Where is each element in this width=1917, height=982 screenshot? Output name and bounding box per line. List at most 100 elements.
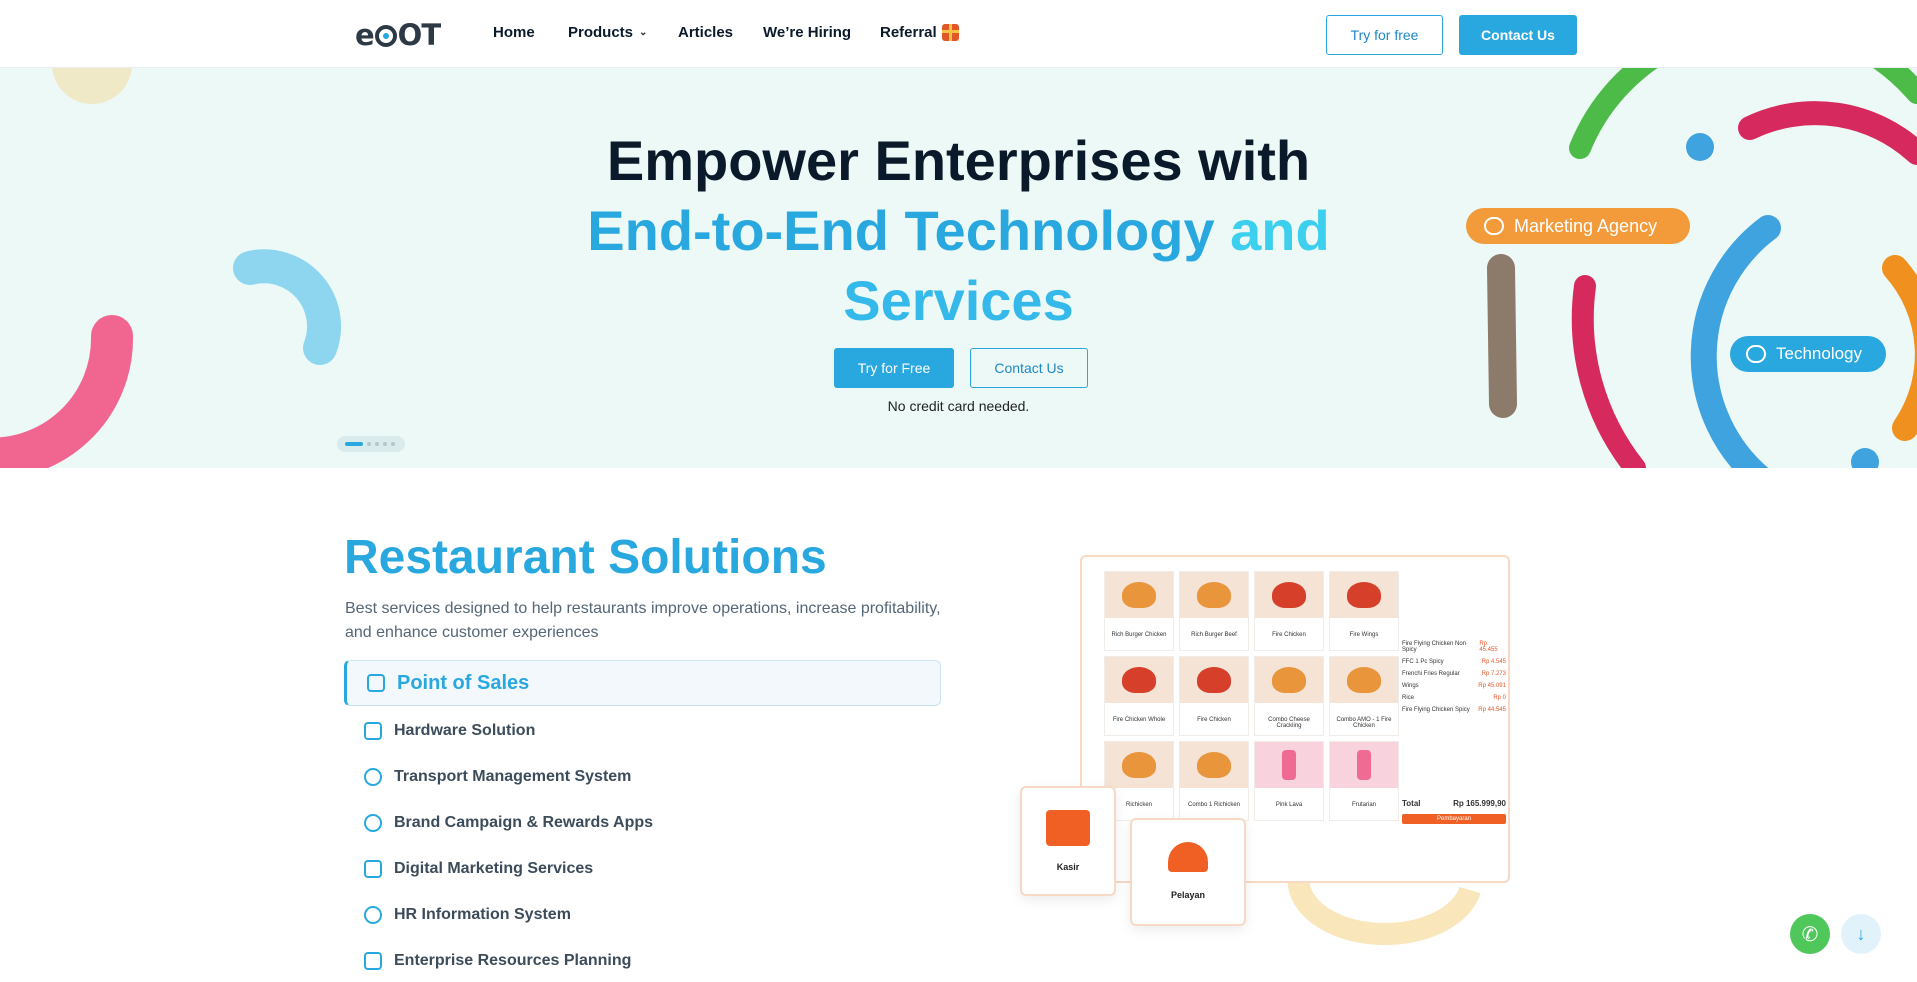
pos-product-tile: Combo 1 Richicken bbox=[1179, 741, 1249, 821]
order-item-price: Rp 45.455 bbox=[1479, 641, 1498, 653]
arrow-down-icon[interactable]: ↓ bbox=[1841, 914, 1881, 954]
nav-articles-link[interactable]: Articles bbox=[678, 24, 733, 41]
edot-logo[interactable]: e OT bbox=[355, 18, 441, 52]
checklist-icon bbox=[364, 952, 382, 970]
carousel-dot[interactable] bbox=[383, 442, 387, 446]
megaphone-icon bbox=[364, 860, 382, 878]
restaurant-solutions-title: Restaurant Solutions bbox=[344, 531, 827, 584]
pos-product-tile: Fire Chicken bbox=[1254, 571, 1324, 651]
menu-item-digital-marketing[interactable]: Digital Marketing Services bbox=[344, 846, 941, 892]
menu-item-transport-management[interactable]: Transport Management System bbox=[344, 754, 941, 800]
tools-icon bbox=[367, 674, 385, 692]
carousel-dot[interactable] bbox=[367, 442, 371, 446]
nav-hiring-link[interactable]: We’re Hiring bbox=[763, 24, 851, 41]
solutions-menu: Point of Sales Hardware Solution Transpo… bbox=[344, 660, 941, 982]
pos-product-tile: Fire Wings bbox=[1329, 571, 1399, 651]
pos-product-tile: Rich Burger Beef bbox=[1179, 571, 1249, 651]
marketing-agency-pill: Marketing Agency bbox=[1466, 208, 1690, 244]
hero-carousel: Empower Enterprises with End-to-End Tech… bbox=[0, 68, 1917, 468]
order-row: FFC 1 Pc Spicy Rp 4.545 bbox=[1402, 659, 1506, 665]
carousel-dot[interactable] bbox=[391, 442, 395, 446]
menu-item-label: Enterprise Resources Planning bbox=[394, 952, 632, 969]
order-item-price: Rp 45.091 bbox=[1478, 683, 1506, 689]
gift-icon bbox=[941, 24, 959, 41]
try-for-free-button[interactable]: Try for free bbox=[1326, 15, 1443, 55]
hero-title-line1: Empower Enterprises with bbox=[606, 129, 1311, 192]
pos-product-name: Rich Burger Beef bbox=[1191, 632, 1237, 638]
top-navbar: e OT Home Products ⌄ Articles We’re Hiring… bbox=[0, 0, 1917, 68]
order-item-price: Rp 44.545 bbox=[1478, 707, 1506, 713]
pos-product-tile: Frutarian bbox=[1329, 741, 1399, 821]
menu-item-label: Transport Management System bbox=[394, 768, 632, 785]
cloud-icon bbox=[1746, 345, 1766, 363]
menu-item-brand-campaign[interactable]: Brand Campaign & Rewards Apps bbox=[344, 800, 941, 846]
cashier-label: Kasir bbox=[1056, 862, 1080, 872]
no-credit-card-note: No credit card needed. bbox=[887, 398, 1030, 414]
hero-try-button[interactable]: Try for Free bbox=[834, 348, 954, 388]
pos-order-panel: Fire Flying Chicken Non Spicy Rp 45.455 F… bbox=[1402, 571, 1506, 877]
user-reward-icon bbox=[364, 814, 382, 832]
waiter-card: Pelayan bbox=[1130, 818, 1246, 926]
menu-item-label: Digital Marketing Services bbox=[394, 860, 594, 877]
waiter-label: Pelayan bbox=[1170, 890, 1206, 900]
order-item-name: Fire Flying Chicken Non Spicy bbox=[1402, 641, 1467, 653]
pos-product-grid: Rich Burger Chicken Rich Burger Beef Fir… bbox=[1104, 571, 1400, 821]
order-item-price: Rp 0 bbox=[1493, 695, 1506, 701]
hero-title-line3: Services bbox=[843, 269, 1074, 332]
order-total-row: Total Rp 165.999,90 bbox=[1402, 799, 1506, 808]
order-total-value: Rp 165.999,90 bbox=[1453, 799, 1506, 808]
order-item-name: FFC 1 Pc Spicy bbox=[1402, 659, 1444, 665]
pos-product-tile: Pink Lava bbox=[1254, 741, 1324, 821]
pos-product-name: Frutarian bbox=[1351, 802, 1376, 808]
pos-product-tile: Rich Burger Chicken bbox=[1104, 571, 1174, 651]
order-item-name: Rice bbox=[1402, 695, 1415, 701]
pos-product-tile: Fire Chicken Whole bbox=[1104, 656, 1174, 736]
order-item-name: Fire Flying Chicken Spicy bbox=[1402, 707, 1470, 713]
menu-item-label: HR Information System bbox=[394, 906, 571, 923]
hero-contact-button[interactable]: Contact Us bbox=[970, 348, 1088, 388]
nav-products-label: Products bbox=[568, 24, 634, 41]
serving-cloche-icon bbox=[1168, 842, 1208, 872]
carousel-dot-active[interactable] bbox=[345, 442, 363, 446]
pos-product-name: Rich Burger Chicken bbox=[1111, 632, 1167, 638]
nav-referral-link[interactable]: Referral bbox=[880, 24, 959, 41]
nav-referral-label: Referral bbox=[880, 24, 937, 41]
chevron-down-icon: ⌄ bbox=[639, 27, 648, 38]
order-item-name: Wings bbox=[1402, 683, 1419, 689]
menu-item-label: Point of Sales bbox=[397, 671, 530, 694]
order-row: Rice Rp 0 bbox=[1402, 695, 1506, 701]
technology-pill: Technology bbox=[1730, 336, 1886, 372]
carousel-dot[interactable] bbox=[375, 442, 379, 446]
menu-item-label: Brand Campaign & Rewards Apps bbox=[394, 814, 654, 831]
pos-product-name: Combo 1 Richicken bbox=[1187, 802, 1241, 808]
monitor-icon bbox=[364, 722, 382, 740]
pos-product-tile: Combo AMO - 1 Fire Chicken bbox=[1329, 656, 1399, 736]
hero-title-line2a: End-to-End Technology bbox=[587, 199, 1215, 262]
whatsapp-icon[interactable]: ✆ bbox=[1790, 914, 1830, 954]
nav-products-link[interactable]: Products ⌄ bbox=[568, 24, 647, 41]
technology-label: Technology bbox=[1776, 344, 1863, 363]
order-item-price: Rp 7.273 bbox=[1481, 671, 1506, 677]
order-item-price: Rp 4.545 bbox=[1481, 659, 1506, 665]
pos-product-name: Combo Cheese Crackling bbox=[1268, 717, 1310, 729]
person-scan-icon bbox=[364, 906, 382, 924]
order-row: Fire Flying Chicken Non Spicy Rp 45.455 bbox=[1402, 641, 1506, 653]
nav-home-link[interactable]: Home bbox=[493, 24, 535, 41]
menu-item-point-of-sales[interactable]: Point of Sales bbox=[344, 660, 941, 706]
cashier-card: Kasir bbox=[1020, 786, 1116, 896]
pos-product-name: Fire Chicken bbox=[1272, 632, 1306, 638]
contact-us-button[interactable]: Contact Us bbox=[1459, 15, 1577, 55]
order-row: Frenchi Fries Regular Rp 7.273 bbox=[1402, 671, 1506, 677]
pos-product-tile: Fire Chicken bbox=[1179, 656, 1249, 736]
menu-item-erp[interactable]: Enterprise Resources Planning bbox=[344, 938, 941, 982]
hero-title-line2b: and bbox=[1214, 199, 1330, 262]
order-total-label: Total bbox=[1402, 799, 1421, 808]
pos-product-tile: Combo Cheese Crackling bbox=[1254, 656, 1324, 736]
restaurant-solutions-description: Best services designed to help restauran… bbox=[345, 600, 941, 641]
pos-product-name: Fire Chicken bbox=[1197, 717, 1231, 723]
pos-product-name: Pink Lava bbox=[1275, 802, 1303, 808]
menu-item-hr-information[interactable]: HR Information System bbox=[344, 892, 941, 938]
order-row: Fire Flying Chicken Spicy Rp 44.545 bbox=[1402, 707, 1506, 713]
menu-item-hardware-solution[interactable]: Hardware Solution bbox=[344, 708, 941, 754]
menu-item-label: Hardware Solution bbox=[394, 722, 536, 739]
